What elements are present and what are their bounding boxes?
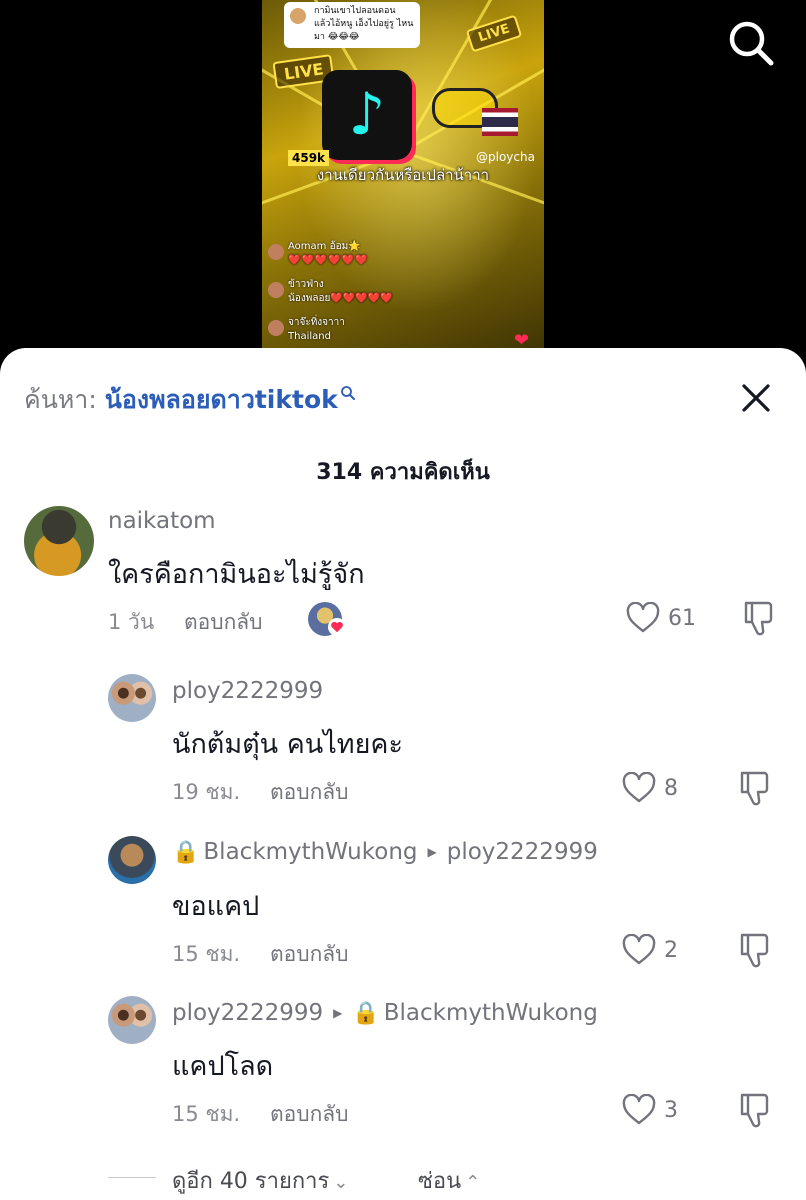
reply-to-username[interactable]: ploy2222999	[447, 839, 598, 865]
chat-text: Thailand	[288, 331, 331, 342]
comment-username[interactable]: ploy2222999 ▶ 🔒 BlackmythWukong	[172, 1000, 598, 1026]
comment-username[interactable]: ploy2222999	[172, 678, 323, 704]
video-caption-bubble: กามินเขาไปลอนดอน แล้วไอ้หนู เอ็งไปอยู่รู…	[284, 2, 420, 48]
view-more-label: ดูอีก 40 รายการ	[172, 1169, 330, 1194]
chat-name: ข้าวฟ่าง	[288, 279, 324, 290]
close-icon[interactable]	[736, 378, 776, 418]
comment-username[interactable]: 🔒 BlackmythWukong ▶ ploy2222999	[172, 839, 598, 865]
dislike-icon[interactable]	[742, 600, 776, 640]
heart-icon	[622, 1094, 656, 1125]
comment-time: 15 ชม.	[172, 942, 241, 966]
chat-name: Aomam อ้อม🌟	[288, 241, 361, 252]
username-text: ploy2222999	[172, 1000, 324, 1026]
search-term-link[interactable]: น้องพลอยดาวtiktok	[105, 380, 338, 420]
bubble-text: กามินเขาไปลอนดอน แล้วไอ้หนู เอ็งไปอยู่รู…	[314, 6, 414, 42]
search-suggestion[interactable]: ค้นหา: น้องพลอยดาวtiktok	[24, 380, 356, 420]
heart-icon	[626, 602, 660, 633]
comment-text: ใครคือกามินอะไม่รู้จัก	[108, 559, 365, 590]
hide-replies-button[interactable]: ซ่อน ⌃	[418, 1163, 480, 1198]
creator-liked-badge	[308, 602, 346, 636]
comment-time: 15 ชม.	[172, 1102, 241, 1126]
chevron-up-icon: ⌃	[465, 1172, 481, 1193]
thai-flag-icon	[482, 108, 518, 136]
hide-label: ซ่อน	[418, 1169, 462, 1194]
like-count: 61	[668, 605, 696, 631]
reply-arrow-icon: ▶	[427, 845, 437, 859]
comments-sheet: ค้นหา: น้องพลอยดาวtiktok 314 ความคิดเห็น…	[0, 348, 806, 1200]
username-text: BlackmythWukong	[203, 839, 418, 865]
comment-text: นักต้มตุ๋น คนไทยคะ	[172, 729, 403, 760]
reply-arrow-icon: ▶	[333, 1006, 343, 1020]
tiktok-logo-icon: ♪	[322, 70, 412, 160]
avatar[interactable]	[108, 836, 156, 884]
reply-button[interactable]: ตอบกลับ	[270, 776, 349, 809]
chat-avatar	[268, 282, 284, 298]
comment-time: 19 ชม.	[172, 780, 241, 804]
reply-to-username[interactable]: BlackmythWukong	[384, 1000, 598, 1026]
chat-message: Aomam อ้อม🌟 ❤️❤️❤️❤️❤️❤️	[268, 240, 369, 268]
avatar[interactable]	[108, 996, 156, 1044]
video-caption: งานเดียวกันหรือเปล่าน้าาา	[316, 166, 490, 184]
avatar[interactable]	[24, 506, 94, 576]
dislike-icon[interactable]	[738, 932, 772, 972]
comment-text: ขอแคป	[172, 891, 260, 922]
search-icon[interactable]	[726, 18, 776, 68]
comment-count: 314 ความคิดเห็น	[316, 460, 490, 485]
chat-avatar	[268, 320, 284, 336]
reply-button[interactable]: ตอบกลับ	[270, 938, 349, 971]
video-area: กามินเขาไปลอนดอน แล้วไอ้หนู เอ็งไปอยู่รู…	[0, 0, 806, 362]
like-count: 3	[664, 1097, 678, 1123]
reply-button[interactable]: ตอบกลับ	[184, 606, 263, 639]
chat-text: น้องพลอย❤️❤️❤️❤️❤️	[288, 293, 393, 304]
chat-message: ข้าวฟ่าง น้องพลอย❤️❤️❤️❤️❤️	[268, 278, 393, 306]
dislike-icon[interactable]	[738, 770, 772, 810]
comment-username[interactable]: naikatom	[108, 508, 216, 534]
like-button[interactable]: 61	[626, 602, 696, 634]
dislike-icon[interactable]	[738, 1092, 772, 1132]
lock-icon: 🔒	[172, 839, 200, 865]
chat-name: จาจ๊ะทิ่งจาาา	[288, 317, 345, 328]
search-mini-icon	[340, 385, 356, 406]
search-prefix: ค้นหา:	[24, 385, 97, 414]
live-video-frame[interactable]: กามินเขาไปลอนดอน แล้วไอ้หนู เอ็งไปอยู่รู…	[262, 0, 544, 362]
chat-message: จาจ๊ะทิ่งจาาา Thailand	[268, 316, 345, 344]
chevron-down-icon: ⌄	[333, 1172, 349, 1193]
like-count: 2	[664, 937, 678, 963]
handle-overlay: @ploycha	[476, 150, 535, 164]
like-button[interactable]: 2	[622, 934, 678, 966]
bubble-avatar	[290, 8, 306, 24]
heart-icon	[622, 772, 656, 803]
chat-avatar	[268, 244, 284, 260]
lock-icon: 🔒	[352, 1000, 380, 1026]
chat-text: ❤️❤️❤️❤️❤️❤️	[288, 255, 369, 266]
heart-badge-icon	[328, 618, 346, 636]
like-button[interactable]: 3	[622, 1094, 678, 1126]
comment-text: แคปโลด	[172, 1051, 274, 1082]
divider	[108, 1177, 156, 1178]
live-sign-2: LIVE	[465, 14, 523, 53]
comment-time: 1 วัน	[108, 610, 155, 634]
like-count: 8	[664, 775, 678, 801]
avatar[interactable]	[108, 674, 156, 722]
heart-icon	[622, 934, 656, 965]
reply-button[interactable]: ตอบกลับ	[270, 1098, 349, 1131]
like-button[interactable]: 8	[622, 772, 678, 804]
view-more-replies-button[interactable]: ดูอีก 40 รายการ ⌄	[172, 1163, 348, 1198]
